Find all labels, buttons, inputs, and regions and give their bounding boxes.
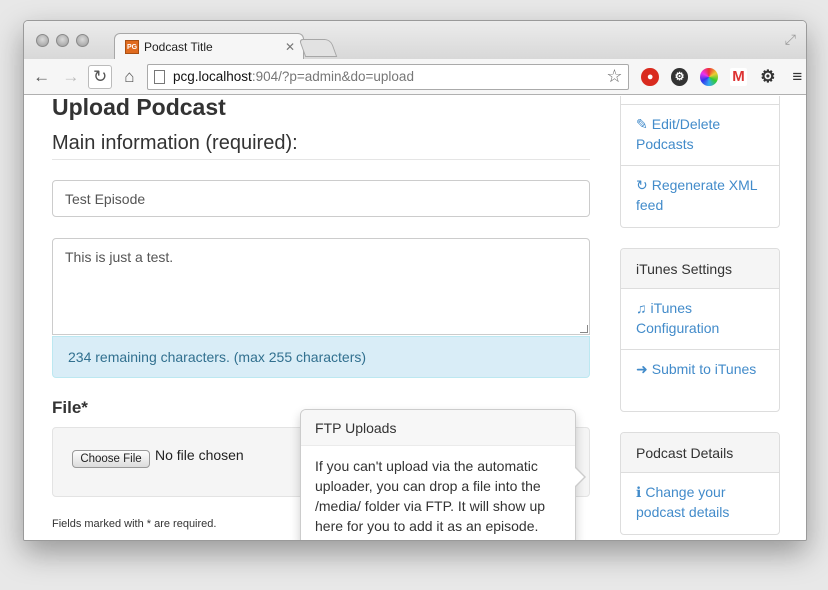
browser-toolbar: ← → ↻ ⌂ pcg.localhost:904/?p=admin&do=up…	[24, 59, 806, 95]
favicon-icon: PG	[125, 40, 139, 54]
url-host: pcg.localhost	[173, 69, 252, 84]
tab-close-icon[interactable]: ✕	[285, 40, 295, 54]
zoom-window-button[interactable]	[76, 34, 89, 47]
settings-gear-icon[interactable]: ⚙	[759, 67, 776, 86]
extension-gear-icon[interactable]: ⚙	[670, 67, 689, 86]
link-label: Submit to iTunes	[651, 361, 757, 377]
minimize-window-button[interactable]	[56, 34, 69, 47]
choose-file-button[interactable]: Choose File	[72, 450, 150, 468]
page-content: Upload Podcast Main information (require…	[24, 96, 806, 540]
address-bar[interactable]: pcg.localhost:904/?p=admin&do=upload ☆	[147, 63, 630, 90]
refresh-icon: ↻	[636, 177, 648, 193]
link-label: iTunes Configuration	[636, 300, 720, 336]
page-title: Upload Podcast	[52, 96, 226, 120]
episode-description-textarea[interactable]: This is just a test.	[52, 238, 590, 335]
menu-icon[interactable]: ≡	[789, 67, 806, 86]
reload-icon[interactable]: ↻	[88, 64, 112, 89]
character-counter: 234 remaining characters. (max 255 chara…	[52, 336, 590, 378]
close-window-button[interactable]	[36, 34, 49, 47]
new-tab-button[interactable]	[298, 39, 338, 57]
home-icon[interactable]: ⌂	[118, 65, 141, 89]
gmail-icon[interactable]: M	[729, 67, 748, 86]
panel-heading-itunes: iTunes Settings	[621, 249, 779, 289]
regenerate-xml-link[interactable]: ↻ Regenerate XML feed	[621, 166, 779, 227]
browser-window: PG Podcast Title ✕ ⤢ ← → ↻ ⌂ pcg.localho…	[23, 20, 807, 541]
tab-podcast-title[interactable]: PG Podcast Title ✕	[114, 33, 304, 60]
extension-color-icon[interactable]	[700, 67, 718, 86]
ftp-uploads-popover: FTP Uploads If you can't upload via the …	[300, 409, 586, 540]
extension-stop-icon[interactable]: ●	[641, 67, 659, 86]
popover-title: FTP Uploads	[301, 410, 575, 446]
panel-heading-details: Podcast Details	[621, 433, 779, 473]
tab-title: Podcast Title	[144, 40, 213, 54]
itunes-settings-panel: iTunes Settings ♫ iTunes Configuration ➜ S…	[620, 248, 780, 412]
music-note-icon: ♫	[636, 300, 647, 316]
submit-to-itunes-link[interactable]: ➜ Submit to iTunes	[621, 350, 779, 411]
link-label: Regenerate XML feed	[636, 177, 758, 213]
arrow-right-icon: ➜	[636, 361, 648, 377]
page-icon	[154, 69, 165, 84]
change-podcast-details-link[interactable]: ℹ Change your podcast details	[621, 473, 779, 534]
link-label: Change your podcast details	[636, 484, 730, 520]
podcast-actions-panel: ✎ Edit/Delete Podcasts ↻ Regenerate XML fe…	[620, 96, 780, 228]
edit-icon: ✎	[636, 116, 648, 132]
link-label: Edit/Delete Podcasts	[636, 116, 721, 152]
bookmark-star-icon[interactable]: ☆	[606, 66, 622, 87]
edit-delete-podcasts-link[interactable]: ✎ Edit/Delete Podcasts	[621, 105, 779, 166]
file-label: File*	[52, 398, 88, 417]
tab-strip: PG Podcast Title ✕ ⤢	[24, 21, 806, 60]
popover-arrow	[574, 466, 586, 488]
description-text: This is just a test.	[65, 249, 174, 265]
itunes-configuration-link[interactable]: ♫ iTunes Configuration	[621, 289, 779, 350]
no-file-text: No file chosen	[155, 447, 244, 463]
back-arrow-icon[interactable]: ←	[30, 65, 53, 89]
url-path: :904/?p=admin&do=upload	[251, 69, 414, 84]
fullscreen-icon[interactable]: ⤢	[785, 31, 796, 48]
popover-content: If you can't upload via the automatic up…	[315, 458, 546, 534]
section-title: Main information (required):	[52, 132, 590, 160]
info-icon: ℹ	[636, 484, 642, 500]
required-fields-note: Fields marked with * are required.	[52, 518, 217, 530]
forward-arrow-icon[interactable]: →	[59, 65, 82, 89]
episode-title-input[interactable]: Test Episode	[52, 180, 590, 217]
resize-grip-icon[interactable]	[580, 325, 588, 333]
podcast-details-panel: Podcast Details ℹ Change your podcast det…	[620, 432, 780, 535]
